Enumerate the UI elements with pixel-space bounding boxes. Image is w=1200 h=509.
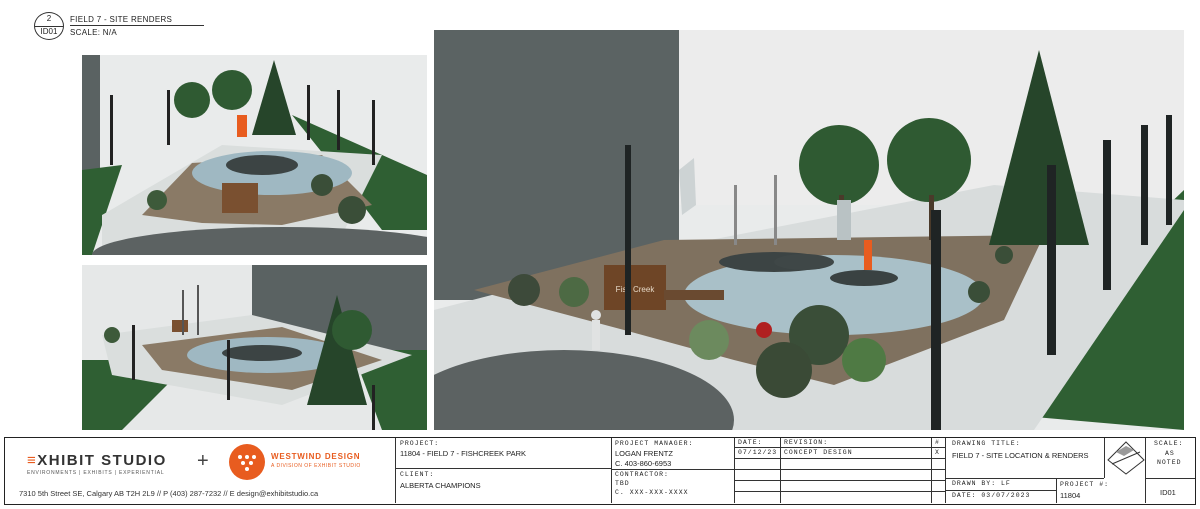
scale-cell: SCALE: AS NOTED ID01	[1146, 438, 1195, 503]
sign-text: Fish Creek	[616, 285, 656, 294]
rev-num-label: #	[935, 439, 940, 446]
revision-label: REVISION:	[784, 439, 829, 446]
pm-name: LOGAN FRENTZ	[615, 449, 673, 458]
drawing-title-label: DRAWING TITLE:	[952, 440, 1021, 447]
date-drawn: DATE: 03/07/2023	[952, 492, 1031, 499]
date-label: DATE:	[738, 439, 763, 446]
project-number-value: 11804	[1060, 491, 1081, 500]
drawing-title-value: FIELD 7 - SITE LOCATION & RENDERS	[952, 451, 1089, 460]
contractor-phone: C. XXX-XXX-XXXX	[615, 489, 689, 496]
project-value: 11804 - FIELD 7 - FISHCREEK PARK	[400, 449, 527, 458]
client-label: CLIENT:	[400, 471, 435, 478]
exhibit-tagline: ENVIRONMENTS | EXHIBITS | EXPERIENTIAL	[27, 470, 165, 476]
sheet-id: ID01	[1160, 488, 1176, 497]
scale-label: SCALE:	[1154, 440, 1184, 447]
tag-number: 2	[46, 14, 52, 23]
sheet-tag: 2 ID01 FIELD 7 - SITE RENDERS SCALE: N/A	[34, 12, 204, 42]
pm-label: PROJECT MANAGER:	[615, 440, 694, 447]
contractor-name: TBD	[615, 480, 630, 487]
company-cell: ≡XHIBIT STUDIO ENVIRONMENTS | EXHIBITS |…	[5, 438, 396, 503]
pm-phone: C. 403-860-6953	[615, 459, 672, 468]
drawing-title-cell: DRAWING TITLE: FIELD 7 - SITE LOCATION &…	[946, 438, 1146, 503]
title-block: ≡XHIBIT STUDIO ENVIRONMENTS | EXHIBITS |…	[4, 437, 1196, 505]
rev-num-value: X	[935, 449, 940, 456]
render-aerial	[82, 55, 427, 255]
contractor-label: CONTRACTOR:	[615, 471, 669, 478]
drawn-by: DRAWN BY: LF	[952, 480, 1011, 487]
revision-cell: DATE: REVISION: # 07/12/23 CONCEPT DESIG…	[735, 438, 946, 503]
sheet-scale: SCALE: N/A	[70, 28, 118, 37]
manager-cell: PROJECT MANAGER: LOGAN FRENTZ C. 403-860…	[612, 438, 735, 503]
date-value: 07/12/23	[738, 449, 778, 456]
exhibit-studio-logo: ≡XHIBIT STUDIO	[27, 452, 167, 469]
westwind-tagline: A DIVISION OF EXHIBIT STUDIO	[271, 463, 361, 469]
revision-value: CONCEPT DESIGN	[784, 449, 853, 456]
render-side	[82, 265, 427, 430]
scale-line-1: AS	[1165, 450, 1175, 457]
scale-line-2: NOTED	[1157, 459, 1182, 466]
render-perspective: Fish Creek	[434, 30, 1184, 430]
westwind-logo-icon	[229, 444, 265, 480]
tag-code: ID01	[40, 27, 58, 36]
project-number-label: PROJECT #:	[1060, 481, 1110, 488]
sheet-title: FIELD 7 - SITE RENDERS	[70, 15, 173, 24]
project-cell: PROJECT: 11804 - FIELD 7 - FISHCREEK PAR…	[396, 438, 612, 503]
company-contact: 7310 5th Street SE, Calgary AB T2H 2L9 /…	[19, 489, 319, 498]
engineer-stamp-icon	[1106, 440, 1146, 476]
plus-sign: +	[197, 450, 209, 472]
westwind-name: WESTWIND DESIGN	[271, 452, 361, 461]
project-label: PROJECT:	[400, 440, 440, 447]
client-value: ALBERTA CHAMPIONS	[400, 481, 481, 490]
